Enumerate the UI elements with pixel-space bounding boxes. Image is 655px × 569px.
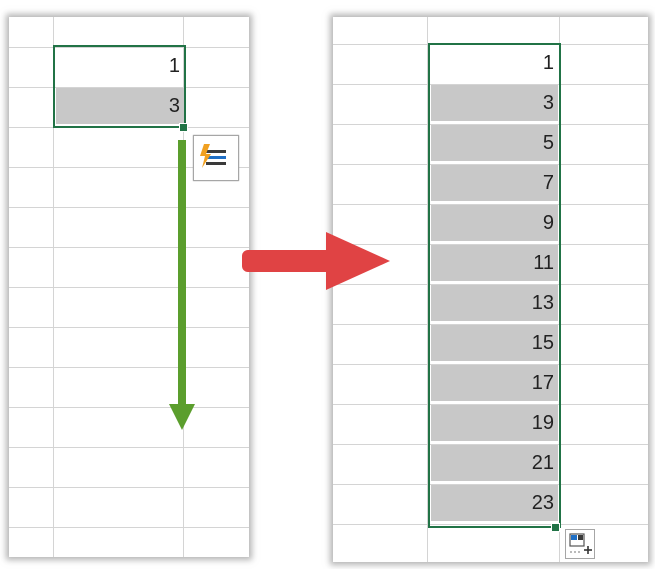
transform-arrow bbox=[242, 232, 390, 290]
drag-down-arrow bbox=[169, 140, 195, 430]
